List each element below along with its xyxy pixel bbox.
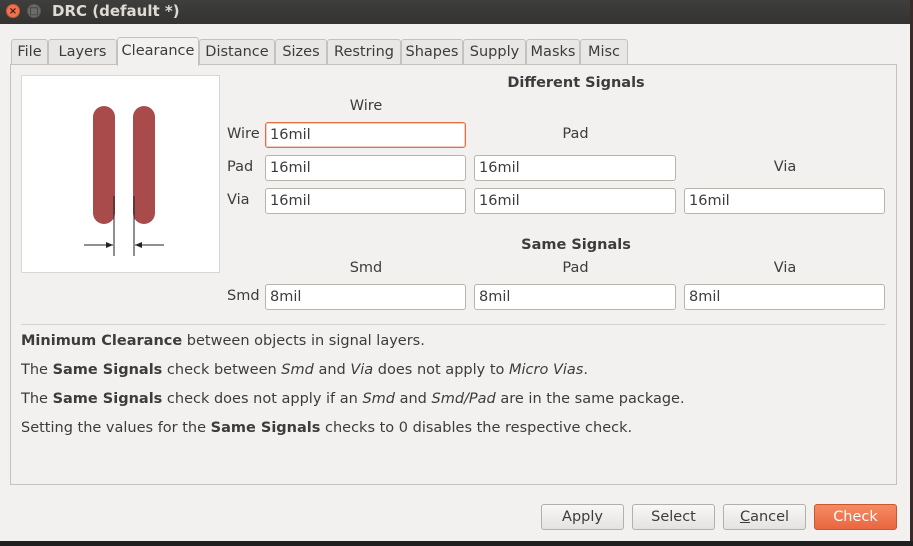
different-signals-heading: Different Signals <box>507 75 645 91</box>
window-title: DRC (default *) <box>52 2 180 20</box>
tab-restring[interactable]: Restring <box>327 39 401 65</box>
col-header-same-via: Via <box>773 260 797 276</box>
row-label-smd: Smd <box>227 288 260 304</box>
info-line-3: The Same Signals check does not apply if… <box>21 391 685 407</box>
row-label-pad: Pad <box>227 159 254 175</box>
row-label-wire: Wire <box>227 126 260 142</box>
tab-file[interactable]: File <box>11 39 48 65</box>
tab-supply[interactable]: Supply <box>463 39 526 65</box>
separator <box>21 324 886 325</box>
pad-wire-input[interactable] <box>265 155 466 181</box>
smd-smd-input[interactable] <box>265 284 466 310</box>
select-button[interactable]: Select <box>632 504 715 530</box>
info-line-1: Minimum Clearance between objects in sig… <box>21 333 425 349</box>
two-wires-clearance-diagram-icon <box>84 106 164 256</box>
desktop-strip <box>0 541 913 546</box>
col-header-pad: Pad <box>562 126 589 142</box>
via-wire-input[interactable] <box>265 188 466 214</box>
close-icon[interactable]: × <box>6 4 20 18</box>
tab-distance[interactable]: Distance <box>199 39 275 65</box>
tab-misc[interactable]: Misc <box>580 39 628 65</box>
title-bar: × □ DRC (default *) <box>0 0 910 24</box>
tab-sizes[interactable]: Sizes <box>275 39 327 65</box>
same-signals-heading: Same Signals <box>521 237 631 253</box>
info-line-2: The Same Signals check between Smd and V… <box>21 362 588 378</box>
via-via-input[interactable] <box>684 188 885 214</box>
cancel-button[interactable]: Cancel <box>723 504 806 530</box>
wire-wire-input[interactable] <box>265 122 466 148</box>
tab-shapes[interactable]: Shapes <box>401 39 463 65</box>
col-header-via: Via <box>773 159 797 175</box>
clearance-diagram <box>21 75 220 273</box>
col-header-smd: Smd <box>349 260 383 276</box>
smd-via-input[interactable] <box>684 284 885 310</box>
tab-layers[interactable]: Layers <box>48 39 117 65</box>
tab-clearance[interactable]: Clearance <box>117 37 199 66</box>
drc-dialog: × □ DRC (default *) File Layers Clearanc… <box>0 0 911 546</box>
col-header-wire: Wire <box>349 98 383 114</box>
apply-button[interactable]: Apply <box>541 504 624 530</box>
check-button[interactable]: Check <box>814 504 897 530</box>
info-line-4: Setting the values for the Same Signals … <box>21 420 633 436</box>
via-pad-input[interactable] <box>474 188 676 214</box>
tab-masks[interactable]: Masks <box>526 39 580 65</box>
maximize-icon[interactable]: □ <box>27 4 41 18</box>
col-header-same-pad: Pad <box>562 260 589 276</box>
row-label-via: Via <box>227 192 250 208</box>
pad-pad-input[interactable] <box>474 155 676 181</box>
smd-pad-input[interactable] <box>474 284 676 310</box>
